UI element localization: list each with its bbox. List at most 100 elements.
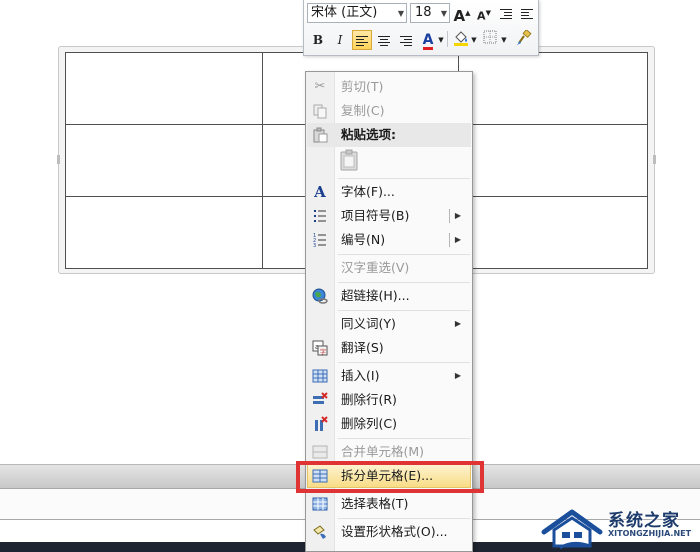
font-name-value: 宋体 (正文) xyxy=(311,5,378,20)
watermark-logo xyxy=(541,509,603,550)
table-resize-handle-left[interactable] xyxy=(57,155,60,164)
clipboard-icon xyxy=(312,127,328,143)
menu-item-bullets[interactable]: 项目符号(B) ▶ xyxy=(307,204,471,228)
annotation-highlight-box xyxy=(296,461,484,493)
menu-item-cut[interactable]: ✂ 剪切(T) xyxy=(307,75,471,99)
italic-icon: I xyxy=(337,33,343,47)
menu-paste-options-header: 粘贴选项: xyxy=(307,123,471,147)
menu-item-numbering[interactable]: 123 编号(N) ▶ xyxy=(307,228,471,252)
menu-item-reconvert[interactable]: 汉字重选(V) xyxy=(307,256,471,280)
bullets-icon xyxy=(312,208,328,224)
decrease-indent-button[interactable] xyxy=(496,3,516,23)
merge-cells-icon xyxy=(312,444,328,460)
watermark: 系统之家 XITONGZHIJIA.NET xyxy=(540,500,700,552)
align-left-button[interactable] xyxy=(352,30,372,50)
font-name-dropdown[interactable]: 宋体 (正文) ▼ xyxy=(307,3,407,23)
format-painter-icon xyxy=(517,29,532,45)
menu-separator xyxy=(338,518,470,519)
menu-separator xyxy=(338,438,470,439)
submenu-arrow-icon: ▶ xyxy=(454,319,461,328)
table-cell[interactable] xyxy=(65,124,263,197)
increase-indent-icon xyxy=(521,8,533,19)
submenu-arrow-icon: ▶ xyxy=(454,371,461,380)
copy-icon xyxy=(312,103,328,119)
paste-keep-text-icon[interactable] xyxy=(340,149,360,171)
delete-columns-icon xyxy=(312,416,328,432)
align-center-button[interactable] xyxy=(374,30,394,50)
align-left-icon xyxy=(356,35,368,46)
toolbar-divider xyxy=(447,31,448,47)
delete-rows-icon xyxy=(312,392,328,408)
increase-indent-button[interactable] xyxy=(517,3,537,23)
font-size-dropdown[interactable]: 18 ▼ xyxy=(410,3,450,23)
menu-separator xyxy=(338,362,470,363)
shading-button[interactable] xyxy=(451,30,471,50)
menu-separator xyxy=(338,178,470,179)
chevron-down-icon: ▼ xyxy=(397,9,404,18)
shading-dropdown[interactable]: ▼ xyxy=(470,30,478,50)
numbering-icon: 123 xyxy=(312,232,328,249)
grow-font-button[interactable]: A▲ xyxy=(452,3,472,25)
borders-button[interactable] xyxy=(480,30,500,50)
format-shape-icon xyxy=(312,524,328,540)
table-cell[interactable] xyxy=(458,52,648,125)
menu-item-select-table[interactable]: 选择表格(T) xyxy=(307,492,471,516)
split-button-divider xyxy=(449,209,450,223)
bold-button[interactable]: B xyxy=(308,30,328,50)
insert-table-icon xyxy=(312,368,328,384)
menu-item-synonyms[interactable]: 同义词(Y) ▶ xyxy=(307,312,471,336)
menu-separator xyxy=(338,254,470,255)
submenu-arrow-icon[interactable]: ▶ xyxy=(455,204,461,228)
menu-item-label: 剪切(T) xyxy=(341,79,384,94)
hyperlink-globe-icon xyxy=(312,288,328,304)
font-color-icon: A xyxy=(422,32,434,50)
scissors-icon: ✂ xyxy=(314,79,326,94)
font-color-button[interactable]: A xyxy=(418,30,438,50)
menu-item-label: 插入(I) xyxy=(341,368,380,383)
font-color-dropdown[interactable]: ▼ xyxy=(437,30,445,50)
menu-item-format-shape[interactable]: 设置形状格式(O)... xyxy=(307,520,471,544)
menu-item-label: 编号(N) xyxy=(341,232,386,247)
submenu-arrow-icon[interactable]: ▶ xyxy=(455,228,461,252)
menu-item-label: 复制(C) xyxy=(341,103,385,118)
font-size-value: 18 xyxy=(415,5,432,20)
shrink-font-icon: A xyxy=(477,9,486,23)
menu-item-font[interactable]: A 字体(F)... xyxy=(307,180,471,204)
menu-item-hyperlink[interactable]: 超链接(H)... xyxy=(307,284,471,308)
watermark-url: XITONGZHIJIA.NET xyxy=(608,529,692,538)
menu-item-label: 删除行(R) xyxy=(341,392,397,407)
menu-item-label: 字体(F)... xyxy=(341,184,395,199)
table-cell[interactable] xyxy=(65,52,263,125)
table-resize-handle-right[interactable] xyxy=(653,155,656,164)
italic-button[interactable]: I xyxy=(330,30,350,50)
format-painter-button[interactable] xyxy=(514,29,534,50)
table-cell[interactable] xyxy=(458,196,648,269)
menu-item-translate[interactable]: a字 翻译(S) xyxy=(307,336,471,360)
menu-item-label: 汉字重选(V) xyxy=(341,260,410,275)
align-right-button[interactable] xyxy=(396,30,416,50)
menu-item-label: 删除列(C) xyxy=(341,416,397,431)
font-icon: A xyxy=(314,183,326,201)
shrink-font-button[interactable]: A▼ xyxy=(474,3,494,23)
menu-item-label: 设置形状格式(O)... xyxy=(341,524,448,539)
menu-item-label: 超链接(H)... xyxy=(341,288,410,303)
bold-icon: B xyxy=(312,33,324,47)
menu-item-copy[interactable]: 复制(C) xyxy=(307,99,471,123)
table-cell[interactable] xyxy=(65,196,263,269)
svg-text:字: 字 xyxy=(320,348,326,356)
align-right-icon xyxy=(400,35,412,46)
grow-font-icon: A xyxy=(453,7,466,25)
menu-item-insert[interactable]: 插入(I) ▶ xyxy=(307,364,471,388)
table-cell[interactable] xyxy=(458,124,648,197)
menu-separator xyxy=(338,282,470,283)
borders-dropdown[interactable]: ▼ xyxy=(500,30,508,50)
paint-bucket-icon xyxy=(454,31,468,46)
mini-toolbar: 宋体 (正文) ▼ 18 ▼ A▲ A▼ B I A ▼ ▼ ▼ xyxy=(303,0,539,56)
menu-item-delete-columns[interactable]: 删除列(C) xyxy=(307,412,471,436)
menu-item-label: 项目符号(B) xyxy=(341,208,410,223)
menu-item-delete-rows[interactable]: 删除行(R) xyxy=(307,388,471,412)
menu-item-label: 同义词(Y) xyxy=(341,316,396,331)
menu-item-label: 粘贴选项: xyxy=(341,127,396,142)
watermark-title: 系统之家 xyxy=(608,511,680,531)
select-table-icon xyxy=(312,496,328,512)
